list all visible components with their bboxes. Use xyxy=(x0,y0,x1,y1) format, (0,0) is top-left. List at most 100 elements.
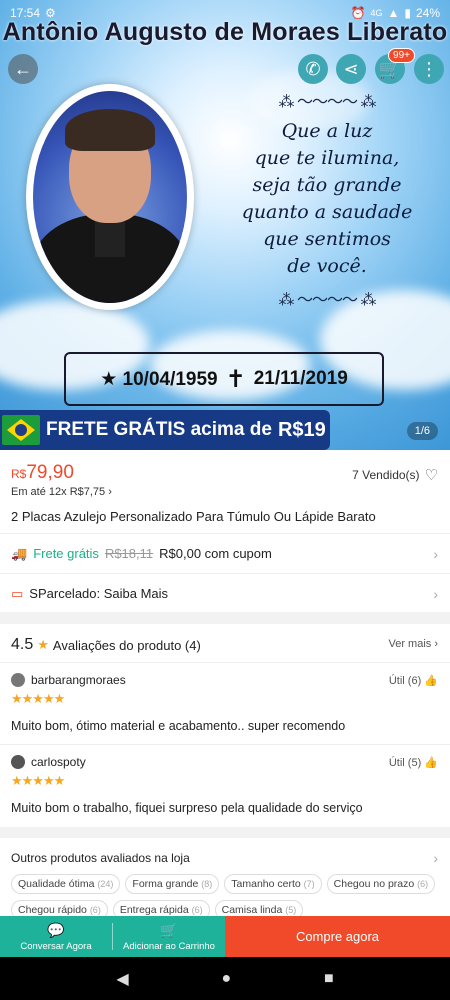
more-options-button[interactable]: ⋮ xyxy=(414,54,444,84)
bottom-left-actions: 💬 Conversar Agora 🛒 Adicionar ao Carrinh… xyxy=(0,916,225,957)
buy-now-button[interactable]: Compre agora xyxy=(225,916,450,957)
review-tag[interactable]: Forma grande (8) xyxy=(125,874,220,894)
useful-button[interactable]: Útil (5) 👍 xyxy=(389,756,438,769)
tag-count: (24) xyxy=(97,879,114,889)
sparcelado-row[interactable]: ▭ SParcelado: Saiba Mais › xyxy=(0,573,450,613)
tag-count: (7) xyxy=(303,879,315,889)
tag-label: Qualidade ótima xyxy=(18,878,95,890)
recents-square-icon[interactable]: ■ xyxy=(324,970,334,988)
home-circle-icon[interactable]: ● xyxy=(221,970,231,988)
ornament-top: ⁂ ～～～～ ⁂ xyxy=(278,94,377,111)
heart-icon[interactable]: ♡ xyxy=(425,466,438,484)
tag-label: Tamanho certo xyxy=(231,878,301,890)
ornament-bottom: ⁂ ～～～～ ⁂ xyxy=(278,292,377,309)
battery-level: 24% xyxy=(415,6,440,20)
review-tag[interactable]: Tamanho certo (7) xyxy=(224,874,322,894)
avatar xyxy=(11,755,25,769)
other-products-card[interactable]: Outros produtos avaliados na loja › Qual… xyxy=(0,838,450,920)
tag-label: Chegou no prazo xyxy=(333,878,415,890)
truck-icon: 🚚 xyxy=(11,545,28,561)
price-card: R$79,90 7 Vendido(s) ♡ Em até 12x R$7,75… xyxy=(0,450,450,612)
chevron-right-icon: › xyxy=(433,545,438,562)
bottom-action-bar: 💬 Conversar Agora 🛒 Adicionar ao Carrinh… xyxy=(0,916,450,957)
sparcelado-label: SParcelado: Saiba Mais xyxy=(29,586,169,601)
share-icon: ⋖ xyxy=(343,58,359,79)
useful-button[interactable]: Útil (6) 👍 xyxy=(389,674,438,687)
tag-label: Entrega rápida xyxy=(119,904,189,916)
status-time: 17:54 xyxy=(10,6,41,20)
shipping-label: Frete grátis xyxy=(33,546,99,561)
review-stars: ★★★★★ xyxy=(11,773,65,788)
star-icon: ★ xyxy=(37,637,49,652)
review-text: Muito bom, ótimo material e acabamento..… xyxy=(11,719,346,733)
thumbs-up-icon: 👍 xyxy=(424,757,438,769)
see-more-label: Ver mais xyxy=(388,638,432,650)
quote-block: ⁂ ～～～～ ⁂ Que a luz que te ilumina, seja … xyxy=(232,88,422,310)
birth-date: ★ 10/04/1959 xyxy=(100,368,218,390)
tag-count: (6) xyxy=(417,879,429,889)
death-date: 21/11/2019 xyxy=(253,368,348,389)
whatsapp-share-button[interactable]: ✆ xyxy=(298,54,328,84)
shipping-new-price: R$0,00 com cupom xyxy=(159,546,272,561)
rating-score: 4.5 xyxy=(11,636,34,653)
share-button[interactable]: ⋖ xyxy=(336,54,366,84)
add-to-cart-label: Adicionar ao Carrinho xyxy=(123,940,215,952)
system-nav-bar: ◀ ● ■ xyxy=(0,957,450,1000)
chat-icon: 💬 xyxy=(47,921,65,938)
reviews-card: 4.5 ★ Avaliações do produto (4) Ver mais… xyxy=(0,624,450,827)
add-to-cart-button[interactable]: 🛒 Adicionar ao Carrinho xyxy=(113,916,225,957)
network-label: 4G xyxy=(370,8,383,18)
tag-count: (5) xyxy=(285,905,297,915)
shipping-row[interactable]: 🚚 Frete grátis R$18,11 R$0,00 com cupom … xyxy=(0,533,450,573)
chevron-right-icon: › xyxy=(433,850,438,866)
reviews-header: 4.5 ★ Avaliações do produto (4) xyxy=(11,636,201,654)
tag-count: (6) xyxy=(191,905,203,915)
reviews-label: Avaliações do produto (4) xyxy=(52,637,201,653)
see-more-reviews-link[interactable]: Ver mais › xyxy=(388,638,438,650)
review-tag[interactable]: Chegou no prazo (6) xyxy=(326,874,436,894)
installments-link[interactable]: Em até 12x R$7,75 › xyxy=(11,486,112,498)
portrait-collar xyxy=(95,217,125,257)
review-text: Muito bom o trabalho, fiquei surpreso pe… xyxy=(11,801,363,815)
chevron-right-icon: › xyxy=(108,486,112,498)
useful-count: Útil (6) xyxy=(388,675,422,687)
review-item: barbarangmoraes Útil (6) 👍 ★★★★★ Muito b… xyxy=(0,662,450,742)
image-page-indicator: 1/6 xyxy=(406,422,438,440)
battery-icon: ▮ xyxy=(404,6,411,20)
dates-box: ★ 10/04/1959 ✝ 21/11/2019 xyxy=(64,352,384,406)
chat-button[interactable]: 💬 Conversar Agora xyxy=(0,916,112,957)
other-products-title: Outros produtos avaliados na loja xyxy=(11,851,190,865)
banner-amount: R$19 xyxy=(277,418,326,441)
more-vertical-icon: ⋮ xyxy=(420,58,438,79)
card-icon: ▭ xyxy=(11,585,24,601)
installments-text: Em até 12x R$7,75 xyxy=(11,486,106,498)
signal-icon: ▲ xyxy=(387,6,400,20)
review-tag[interactable]: Qualidade ótima (24) xyxy=(11,874,121,894)
review-username: carlospoty xyxy=(31,755,86,769)
cart-count-badge: 99+ xyxy=(388,48,415,63)
sold-count: 7 Vendido(s) ♡ xyxy=(352,466,438,484)
review-username: barbarangmoraes xyxy=(31,673,126,687)
portrait-frame xyxy=(26,84,194,310)
chevron-right-icon: › xyxy=(433,585,438,602)
banner-text: FRETE GRÁTIS acima de xyxy=(46,419,272,440)
whatsapp-icon: ✆ xyxy=(305,58,321,79)
tag-count: (6) xyxy=(89,905,101,915)
product-screen: Antônio Augusto de Moraes Liberato ⁂ ～～～… xyxy=(0,0,450,1000)
sold-label: 7 Vendido(s) xyxy=(352,468,420,482)
portrait-hair xyxy=(65,109,155,151)
tag-label: Chegou rápido xyxy=(18,904,87,916)
cart-button[interactable]: 🛒 99+ xyxy=(375,48,415,84)
arrow-left-icon: ← xyxy=(14,58,32,79)
settings-icon: ⚙ xyxy=(45,6,56,20)
tag-label: Forma grande xyxy=(132,878,199,890)
alarm-icon: ⏰ xyxy=(350,6,366,20)
cross-icon: ✝ xyxy=(225,365,246,393)
cart-plus-icon: 🛒 xyxy=(160,921,178,938)
tag-label: Camisa linda xyxy=(221,904,283,916)
back-triangle-icon[interactable]: ◀ xyxy=(116,969,128,989)
review-stars: ★★★★★ xyxy=(11,691,65,706)
price: R$79,90 xyxy=(11,462,74,484)
back-button[interactable]: ← xyxy=(8,54,38,84)
product-title: 2 Placas Azulejo Personalizado Para Túmu… xyxy=(11,509,376,524)
